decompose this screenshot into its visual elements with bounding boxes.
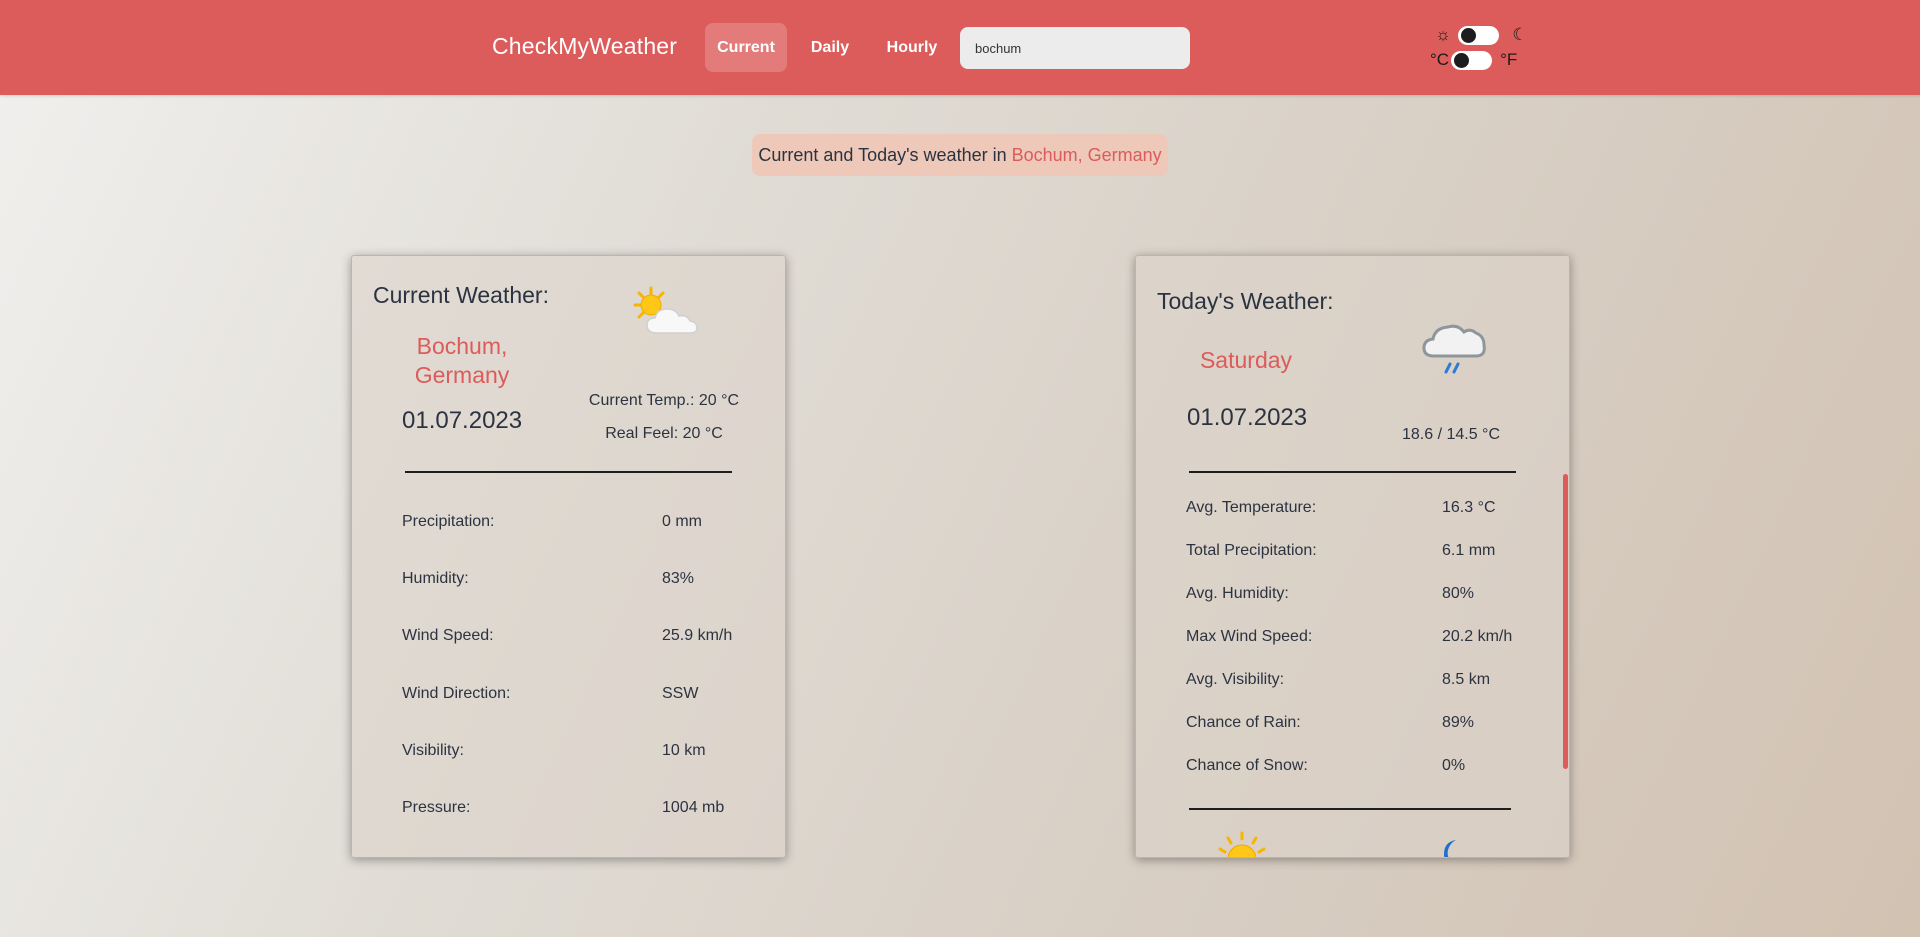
current-date: 01.07.2023	[402, 407, 523, 434]
celsius-label: °C	[1430, 50, 1450, 69]
max-wind-speed-label: Max Wind Speed:	[1186, 628, 1313, 645]
avg-visibility-label: Avg. Visibility:	[1186, 671, 1285, 688]
nav-daily[interactable]: Daily	[800, 23, 860, 72]
navbar: CheckMyWeather Current Daily Hourly ☼ ☾ …	[0, 0, 1920, 95]
divider	[405, 471, 732, 473]
card-title: Current Weather:	[373, 282, 549, 308]
avg-visibility-value: 8.5 km	[1442, 671, 1491, 688]
country: Germany	[414, 362, 510, 388]
theme-toggle-row: ☼ ☾	[1430, 24, 1533, 46]
theme-toggle-switch[interactable]	[1458, 25, 1499, 45]
moonrise-icon	[1436, 836, 1466, 857]
unit-toggle-switch[interactable]	[1451, 50, 1493, 70]
today-date: 01.07.2023	[1187, 404, 1308, 431]
visibility-value: 10 km	[662, 742, 706, 759]
total-precipitation-label: Total Precipitation:	[1186, 542, 1317, 559]
wind-direction-value: SSW	[662, 685, 699, 702]
location-heading: Current and Today's weather in Bochum, G…	[752, 134, 1168, 176]
visibility-label: Visibility:	[402, 742, 464, 759]
avg-temperature-label: Avg. Temperature:	[1186, 499, 1317, 516]
sun-icon: ☼	[1435, 25, 1451, 44]
chance-of-rain-label: Chance of Rain:	[1186, 714, 1301, 731]
divider	[1189, 471, 1516, 473]
card-title: Today's Weather:	[1157, 288, 1334, 314]
chance-of-snow-value: 0%	[1442, 757, 1466, 774]
max-wind-speed-value: 20.2 km/h	[1442, 628, 1513, 645]
current-temp: Current Temp.: 20 °C	[588, 392, 740, 409]
humidity-value: 83%	[662, 570, 695, 587]
heading-location: Bochum, Germany	[1011, 145, 1162, 165]
light-rain-icon	[1418, 316, 1492, 389]
city: Bochum,	[416, 333, 508, 359]
card-scrollbar[interactable]	[1563, 474, 1568, 769]
avg-humidity-label: Avg. Humidity:	[1186, 585, 1289, 602]
total-precipitation-value: 6.1 mm	[1442, 542, 1496, 559]
divider	[1189, 808, 1511, 810]
nav-hourly[interactable]: Hourly	[880, 23, 944, 72]
sunrise-icon	[1214, 831, 1270, 857]
current-weather-card: Current Weather: Bochum, Germany 01.07.2…	[351, 255, 786, 858]
pressure-label: Pressure:	[402, 799, 471, 816]
unit-toggle-row: °C °F	[1430, 49, 1517, 71]
partly-cloudy-icon	[629, 285, 709, 350]
brand-logo[interactable]: CheckMyWeather	[492, 33, 677, 60]
humidity-label: Humidity:	[402, 570, 469, 587]
precipitation-value: 0 mm	[662, 513, 702, 530]
nav-current[interactable]: Current	[705, 23, 787, 72]
moon-icon: ☾	[1512, 25, 1528, 44]
wind-speed-label: Wind Speed:	[402, 627, 494, 644]
fahrenheit-label: °F	[1500, 50, 1518, 69]
wind-direction-label: Wind Direction:	[402, 685, 511, 702]
precipitation-label: Precipitation:	[402, 513, 495, 530]
chance-of-snow-label: Chance of Snow:	[1186, 757, 1308, 774]
real-feel: Real Feel: 20 °C	[605, 425, 723, 442]
location-search-input[interactable]	[960, 27, 1190, 69]
heading-prefix: Current and Today's weather in	[758, 145, 1012, 165]
day-name: Saturday	[1199, 347, 1293, 373]
unit-toggle-knob	[1454, 52, 1470, 68]
pressure-value: 1004 mb	[662, 799, 725, 816]
today-weather-card: Today's Weather: Saturday 01.07.2023 18.…	[1135, 255, 1570, 858]
avg-temperature-value: 16.3 °C	[1442, 499, 1496, 516]
wind-speed-value: 25.9 km/h	[662, 627, 733, 644]
city-name: Bochum, Germany	[402, 332, 522, 390]
chance-of-rain-value: 89%	[1442, 714, 1475, 731]
temp-range: 18.6 / 14.5 °C	[1401, 426, 1500, 443]
avg-humidity-value: 80%	[1442, 585, 1475, 602]
theme-toggle-knob	[1461, 27, 1476, 43]
